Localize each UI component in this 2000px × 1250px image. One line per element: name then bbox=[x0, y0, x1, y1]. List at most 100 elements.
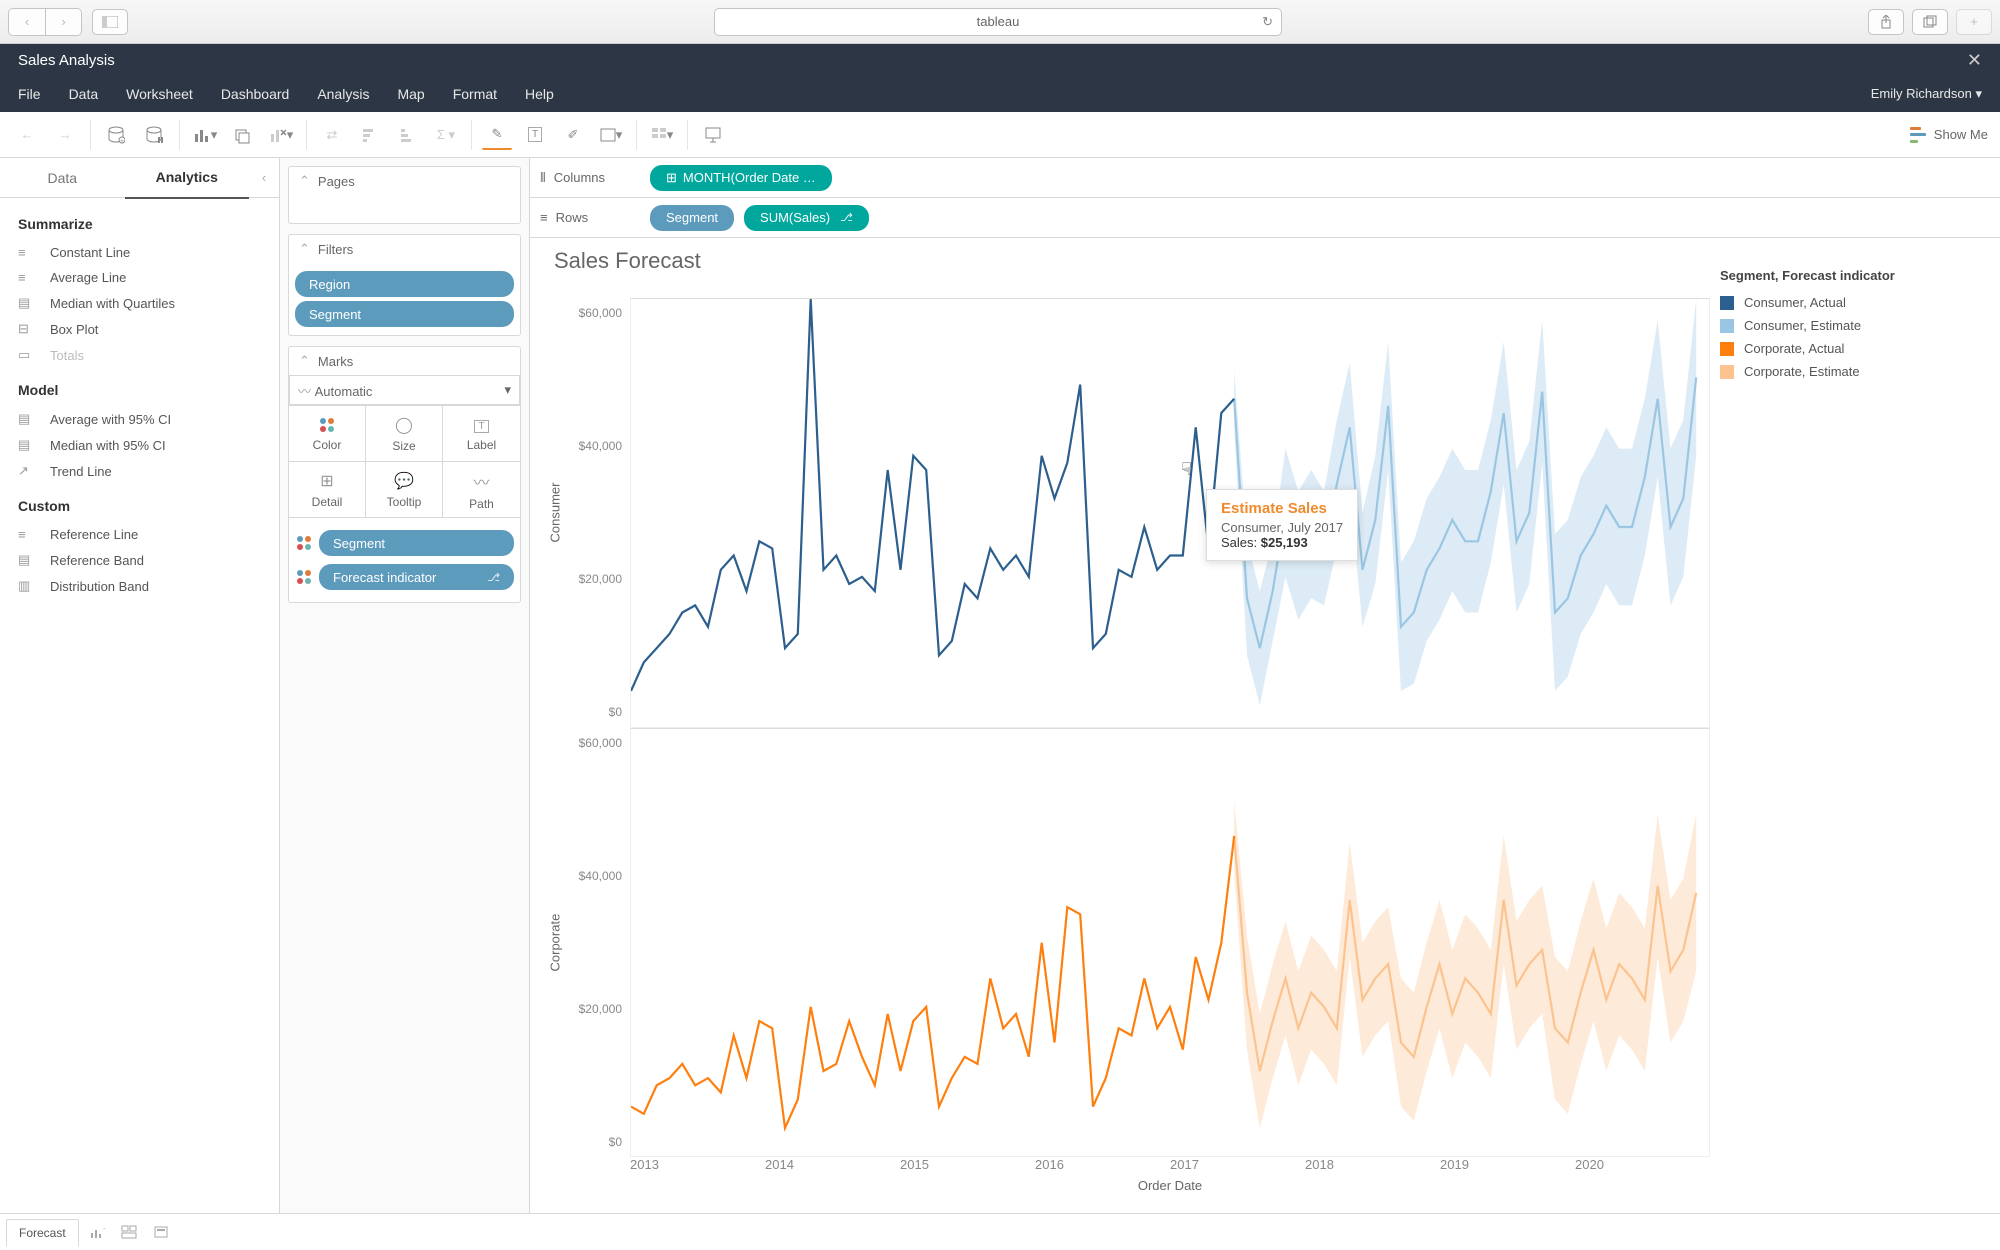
chevron-icon[interactable]: ⌃ bbox=[299, 173, 310, 189]
analytics-avg-ci[interactable]: ▤Average with 95% CI bbox=[18, 406, 261, 432]
mark-tooltip[interactable]: 💬Tooltip bbox=[366, 462, 443, 518]
close-button[interactable]: ✕ bbox=[1967, 50, 1982, 71]
new-sheet-icon[interactable]: + bbox=[83, 1221, 111, 1243]
tabs-icon bbox=[1923, 15, 1937, 29]
mark-pill-segment[interactable]: Segment bbox=[295, 528, 514, 558]
analytics-box-plot[interactable]: ⊟Box Plot bbox=[18, 316, 261, 342]
back-button[interactable]: ‹ bbox=[9, 9, 45, 35]
rows-pill-segment[interactable]: Segment bbox=[650, 205, 734, 231]
rows-shelf[interactable]: ≡Rows Segment SUM(Sales)⎇ bbox=[530, 198, 2000, 238]
analytics-trend-line[interactable]: ↗Trend Line bbox=[18, 458, 261, 484]
analytics-constant-line[interactable]: ≡Constant Line bbox=[18, 240, 261, 265]
summarize-heading: Summarize bbox=[18, 216, 261, 232]
plot-corporate[interactable] bbox=[630, 728, 1710, 1158]
sort-desc-icon[interactable] bbox=[393, 120, 423, 150]
format-icon[interactable]: ✐ bbox=[558, 120, 588, 150]
mark-path[interactable]: 〰Path bbox=[443, 462, 520, 518]
tab-data[interactable]: Data bbox=[0, 158, 125, 198]
mark-label[interactable]: TLabel bbox=[443, 406, 520, 462]
datasource-icon[interactable]: + bbox=[101, 120, 131, 150]
pause-icon[interactable] bbox=[139, 120, 169, 150]
main-area: ⦀Columns ⊞MONTH(Order Date … ≡Rows Segme… bbox=[530, 158, 2000, 1213]
chart-svg bbox=[631, 729, 1709, 1157]
collapse-icon[interactable]: ‹ bbox=[249, 170, 279, 185]
show-me[interactable]: Show Me bbox=[1910, 127, 1988, 143]
custom-heading: Custom bbox=[18, 498, 261, 514]
tooltip: Estimate Sales Consumer, July 2017 Sales… bbox=[1206, 489, 1358, 561]
color-icon bbox=[318, 416, 336, 434]
legend-item[interactable]: Consumer, Estimate bbox=[1720, 314, 1970, 337]
filter-pill-segment[interactable]: Segment bbox=[295, 301, 514, 327]
undo-back-icon[interactable]: ← bbox=[12, 120, 42, 150]
sheet-tab[interactable]: Forecast bbox=[6, 1219, 79, 1246]
menu-worksheet[interactable]: Worksheet bbox=[126, 86, 193, 102]
x-axis-label: Order Date bbox=[540, 1172, 1710, 1193]
menu-data[interactable]: Data bbox=[69, 86, 99, 102]
mark-type-select[interactable]: 〰 Automatic▾ bbox=[289, 375, 520, 405]
swap-icon[interactable]: ⇄ bbox=[317, 120, 347, 150]
filter-pill-region[interactable]: Region bbox=[295, 271, 514, 297]
menu-format[interactable]: Format bbox=[453, 86, 497, 102]
user-menu[interactable]: Emily Richardson ▾ bbox=[1871, 86, 1982, 102]
pages-drop[interactable] bbox=[289, 195, 520, 223]
analytics-median-ci[interactable]: ▤Median with 95% CI bbox=[18, 432, 261, 458]
mark-pill-list: Segment Forecast indicator⎇ bbox=[289, 518, 520, 602]
legend: Segment, Forecast indicator Consumer, Ac… bbox=[1720, 258, 1970, 1193]
sort-asc-icon[interactable] bbox=[355, 120, 385, 150]
row-label-consumer: Consumer bbox=[540, 298, 570, 728]
show-me-icon bbox=[1910, 127, 1926, 143]
analytics-ref-line[interactable]: ≡Reference Line bbox=[18, 522, 261, 547]
legend-item[interactable]: Corporate, Estimate bbox=[1720, 360, 1970, 383]
menu-analysis[interactable]: Analysis bbox=[317, 86, 369, 102]
filters-body[interactable]: Region Segment bbox=[289, 263, 520, 335]
new-story-icon[interactable] bbox=[147, 1221, 175, 1243]
marks-card: ⌃Marks 〰 Automatic▾ Color ◯Size TLabel ⊞… bbox=[288, 346, 521, 603]
charts: Consumer $60,000 $40,000 $20,000 $0 ☟ Es… bbox=[540, 258, 1710, 1193]
analytics-average-line[interactable]: ≡Average Line bbox=[18, 265, 261, 290]
fit-icon[interactable]: ▾ bbox=[596, 120, 626, 150]
viz: Sales Forecast Consumer $60,000 $40,000 … bbox=[530, 238, 2000, 1213]
plus-button[interactable]: + bbox=[1956, 9, 1992, 35]
cards-icon[interactable]: ▾ bbox=[647, 120, 677, 150]
chevron-icon[interactable]: ⌃ bbox=[299, 353, 310, 369]
mark-detail[interactable]: ⊞Detail bbox=[289, 462, 366, 518]
address-bar[interactable]: tableau ↻ bbox=[714, 8, 1282, 36]
labels-icon[interactable]: T bbox=[520, 120, 550, 150]
forward-button[interactable]: › bbox=[45, 9, 81, 35]
analytics-median-quartiles[interactable]: ▤Median with Quartiles bbox=[18, 290, 261, 316]
swatch bbox=[1720, 319, 1734, 333]
menu-bar: File Data Worksheet Dashboard Analysis M… bbox=[0, 76, 2000, 112]
columns-pill[interactable]: ⊞MONTH(Order Date … bbox=[650, 165, 832, 191]
rows-pill-sales[interactable]: SUM(Sales)⎇ bbox=[744, 205, 869, 231]
analytics-ref-band[interactable]: ▤Reference Band bbox=[18, 547, 261, 573]
highlight-icon[interactable]: ✎ bbox=[482, 120, 512, 150]
dist-icon: ▥ bbox=[18, 578, 38, 594]
menu-dashboard[interactable]: Dashboard bbox=[221, 86, 290, 102]
menu-map[interactable]: Map bbox=[397, 86, 424, 102]
analytics-dist-band[interactable]: ▥Distribution Band bbox=[18, 573, 261, 599]
tab-analytics[interactable]: Analytics bbox=[125, 157, 250, 199]
undo-fwd-icon[interactable]: → bbox=[50, 120, 80, 150]
menu-file[interactable]: File bbox=[18, 86, 41, 102]
duplicate-icon[interactable] bbox=[228, 120, 258, 150]
mark-pill-forecast[interactable]: Forecast indicator⎇ bbox=[295, 562, 514, 592]
show-me-label: Show Me bbox=[1934, 127, 1988, 142]
reload-icon[interactable]: ↻ bbox=[1262, 14, 1273, 30]
legend-item[interactable]: Corporate, Actual bbox=[1720, 337, 1970, 360]
share-button[interactable] bbox=[1868, 9, 1904, 35]
totals-icon[interactable]: Σ ▾ bbox=[431, 120, 461, 150]
new-ws-icon[interactable]: ▾ bbox=[190, 120, 220, 150]
tabs-button[interactable] bbox=[1912, 9, 1948, 35]
chevron-icon[interactable]: ⌃ bbox=[299, 241, 310, 257]
plot-consumer[interactable]: ☟ Estimate Sales Consumer, July 2017 Sal… bbox=[630, 298, 1710, 728]
panel-icon bbox=[102, 16, 118, 28]
mark-color[interactable]: Color bbox=[289, 406, 366, 462]
sidebar-toggle[interactable] bbox=[92, 9, 128, 35]
menu-help[interactable]: Help bbox=[525, 86, 554, 102]
legend-item[interactable]: Consumer, Actual bbox=[1720, 291, 1970, 314]
columns-shelf[interactable]: ⦀Columns ⊞MONTH(Order Date … bbox=[530, 158, 2000, 198]
presentation-icon[interactable] bbox=[698, 120, 728, 150]
mark-size[interactable]: ◯Size bbox=[366, 406, 443, 462]
new-dash-icon[interactable] bbox=[115, 1221, 143, 1243]
clear-icon[interactable]: ▾ bbox=[266, 120, 296, 150]
